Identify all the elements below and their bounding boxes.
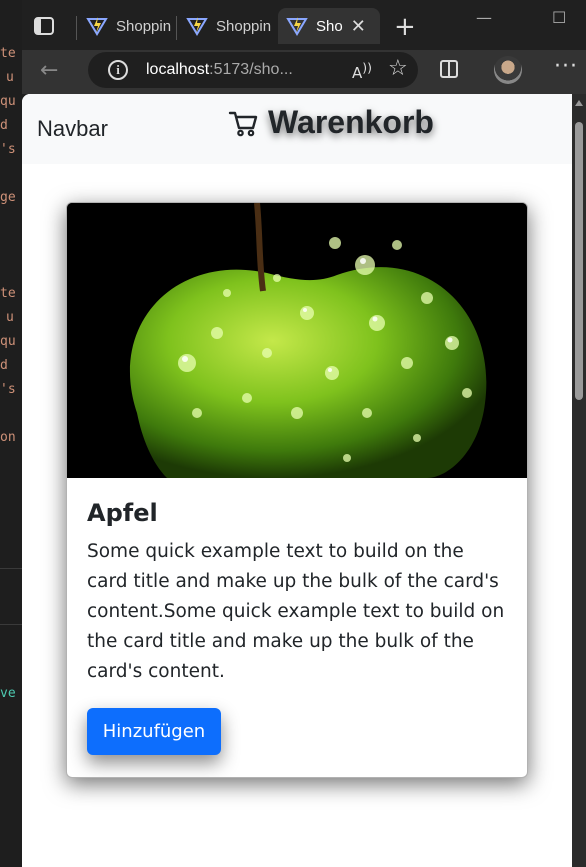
tab-label: Sho <box>316 17 343 35</box>
product-image <box>67 203 527 478</box>
vite-icon <box>186 17 208 36</box>
minimize-icon[interactable]: — <box>476 8 492 27</box>
add-to-cart-button[interactable]: Hinzufügen <box>87 708 221 755</box>
card-title: Apfel <box>87 499 158 527</box>
page-scrollbar[interactable] <box>572 94 586 867</box>
split-screen-icon[interactable] <box>440 60 458 78</box>
card-body: Apfel Some quick example text to build o… <box>87 499 507 687</box>
address-bar[interactable]: i localhost:5173/sho... A)) ☆ <box>88 52 418 88</box>
tab-label: Shoppin <box>116 17 172 35</box>
cart-title: Warenkorb <box>268 104 434 140</box>
tab-shopping-1[interactable]: Shoppin <box>78 8 174 44</box>
url-text[interactable]: localhost:5173/sho... <box>146 61 293 79</box>
scrollbar-thumb[interactable] <box>575 122 583 400</box>
back-icon[interactable]: ← <box>40 58 58 83</box>
scroll-up-icon[interactable] <box>575 100 583 106</box>
navbar-brand[interactable]: Navbar <box>37 116 108 142</box>
vite-icon <box>286 17 308 36</box>
profile-avatar[interactable] <box>494 56 522 84</box>
card-text: Some quick example text to build on the … <box>87 541 505 682</box>
favorite-star-icon[interactable]: ☆ <box>388 56 408 81</box>
browser-address-row: ← i localhost:5173/sho... A)) ☆ ··· <box>22 50 586 94</box>
vite-icon <box>86 17 108 36</box>
info-icon[interactable]: i <box>108 60 128 80</box>
read-aloud-icon[interactable]: A)) <box>352 60 372 82</box>
new-tab-icon[interactable]: + <box>394 12 416 42</box>
product-card: Apfel Some quick example text to build o… <box>66 202 528 778</box>
tab-shopping-2[interactable]: Shoppin <box>178 8 274 44</box>
more-icon[interactable]: ··· <box>554 54 578 79</box>
maximize-icon[interactable]: ☐ <box>552 8 566 27</box>
tab-actions-icon[interactable] <box>32 14 56 38</box>
tab-shopping-active[interactable]: Sho ✕ <box>278 8 380 44</box>
navbar: Navbar Warenkorb <box>22 94 572 164</box>
tab-label: Shoppin <box>216 17 272 35</box>
close-icon[interactable]: ✕ <box>351 16 366 37</box>
browser-tab-bar: Shoppin Shoppin Sho ✕ + — ☐ <box>22 0 586 50</box>
page-viewport: Navbar Warenkorb Apfel Some quick exampl… <box>22 94 572 867</box>
cart-heading: Warenkorb <box>228 104 434 141</box>
cart-icon <box>228 111 258 136</box>
code-editor-sliver: te u qu d 's ge te u qu d 's on ve <box>0 0 22 867</box>
